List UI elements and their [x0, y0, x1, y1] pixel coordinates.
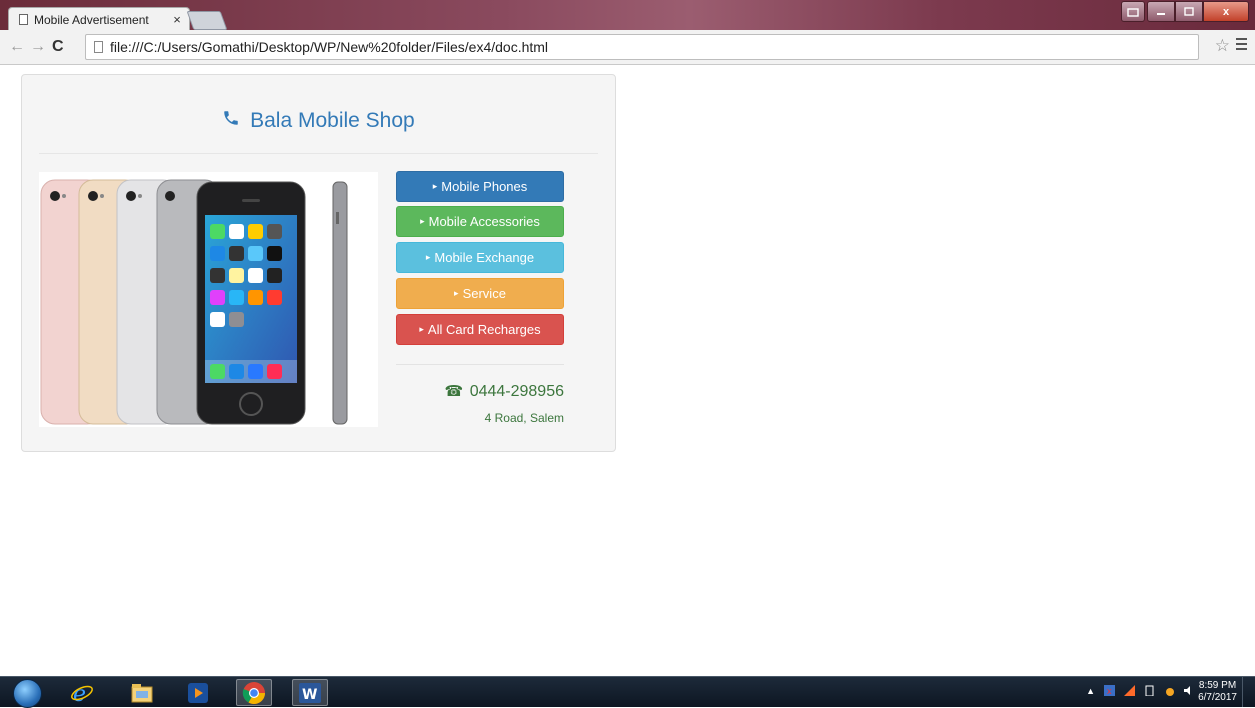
forward-button[interactable]: → — [30, 38, 46, 56]
back-button[interactable]: ← — [9, 38, 25, 56]
restore-icon[interactable] — [1121, 1, 1145, 22]
svg-text:e: e — [73, 682, 86, 705]
contact-phone: ☎ 0444-298956 — [396, 382, 564, 401]
service-button[interactable]: ▸ Service — [396, 278, 564, 309]
svg-text:x: x — [1107, 686, 1112, 696]
caret-right-icon: ▸ — [419, 324, 424, 334]
button-label: Mobile Accessories — [428, 214, 540, 229]
chrome-icon[interactable] — [236, 679, 272, 706]
browser-toolbar: ← → C file:///C:/Users/Gomathi/Desktop/W… — [0, 30, 1255, 65]
button-label: Service — [462, 286, 506, 301]
taskbar: e W ▲ x 8:59 PM 6/7/2017 — [0, 676, 1255, 708]
phone-number: 0444-298956 — [469, 383, 564, 400]
clock-date: 6/7/2017 — [1198, 692, 1237, 703]
mobile-exchange-button[interactable]: ▸ Mobile Exchange — [396, 242, 564, 273]
svg-text:W: W — [302, 687, 317, 703]
phone-icon — [222, 109, 240, 133]
mobile-phones-button[interactable]: ▸ Mobile Phones — [396, 171, 564, 202]
volume-icon[interactable] — [1184, 685, 1195, 696]
media-player-icon[interactable] — [180, 679, 216, 706]
maximize-button[interactable] — [1175, 1, 1203, 22]
action-center-flag-icon[interactable]: x — [1104, 685, 1115, 696]
shop-name: Bala Mobile Shop — [250, 109, 415, 132]
close-window-button[interactable]: x — [1203, 1, 1249, 22]
start-button[interactable] — [13, 679, 42, 708]
caret-right-icon: ▸ — [454, 288, 459, 298]
bookmark-star-icon[interactable]: ☆ — [1215, 36, 1230, 56]
contact-address: 4 Road, Salem — [484, 411, 564, 425]
divider — [39, 153, 598, 154]
tray-arrow-icon[interactable]: ▲ — [1086, 686, 1095, 696]
card-recharges-button[interactable]: ▸ All Card Recharges — [396, 314, 564, 345]
button-label: Mobile Phones — [441, 179, 528, 194]
menu-icon[interactable] — [1236, 38, 1247, 53]
internet-explorer-icon[interactable]: e — [64, 679, 100, 706]
telephone-icon: ☎ — [444, 383, 464, 400]
clock-time: 8:59 PM — [1198, 680, 1237, 691]
reload-button[interactable]: C — [52, 38, 64, 56]
window-titlebar: Mobile Advertisement × x — [0, 0, 1255, 31]
word-icon[interactable]: W — [292, 679, 328, 706]
clock[interactable]: 8:59 PM 6/7/2017 — [1198, 680, 1237, 704]
address-bar[interactable]: file:///C:/Users/Gomathi/Desktop/WP/New%… — [85, 34, 1199, 60]
battery-icon[interactable] — [1144, 685, 1155, 696]
button-label: All Card Recharges — [427, 322, 541, 337]
file-explorer-icon[interactable] — [124, 679, 160, 706]
tab-close-button[interactable]: × — [169, 12, 185, 27]
shop-panel: Bala Mobile Shop ▸ Mobile Phones ▸ Mobil… — [21, 74, 616, 452]
page-icon — [19, 14, 28, 25]
caret-right-icon: ▸ — [425, 252, 431, 262]
system-tray: ▲ x — [1086, 685, 1195, 696]
tab-title: Mobile Advertisement — [34, 12, 149, 27]
new-tab-button[interactable] — [186, 11, 228, 30]
caret-right-icon: ▸ — [432, 181, 438, 191]
address-text[interactable]: file:///C:/Users/Gomathi/Desktop/WP/New%… — [110, 39, 548, 55]
network-icon[interactable] — [1124, 685, 1135, 696]
minimize-button[interactable] — [1147, 1, 1175, 22]
caret-right-icon: ▸ — [420, 216, 425, 226]
mobile-accessories-button[interactable]: ▸ Mobile Accessories — [396, 206, 564, 237]
iphone-product-image — [39, 172, 378, 427]
button-label: Mobile Exchange — [434, 250, 535, 265]
divider — [396, 364, 564, 365]
power-icon[interactable] — [1164, 685, 1175, 696]
window-controls: x — [1121, 1, 1249, 22]
document-icon — [94, 41, 103, 53]
browser-tab[interactable]: Mobile Advertisement × — [8, 7, 190, 31]
show-desktop-button[interactable] — [1242, 677, 1255, 707]
shop-title: Bala Mobile Shop — [22, 109, 615, 133]
